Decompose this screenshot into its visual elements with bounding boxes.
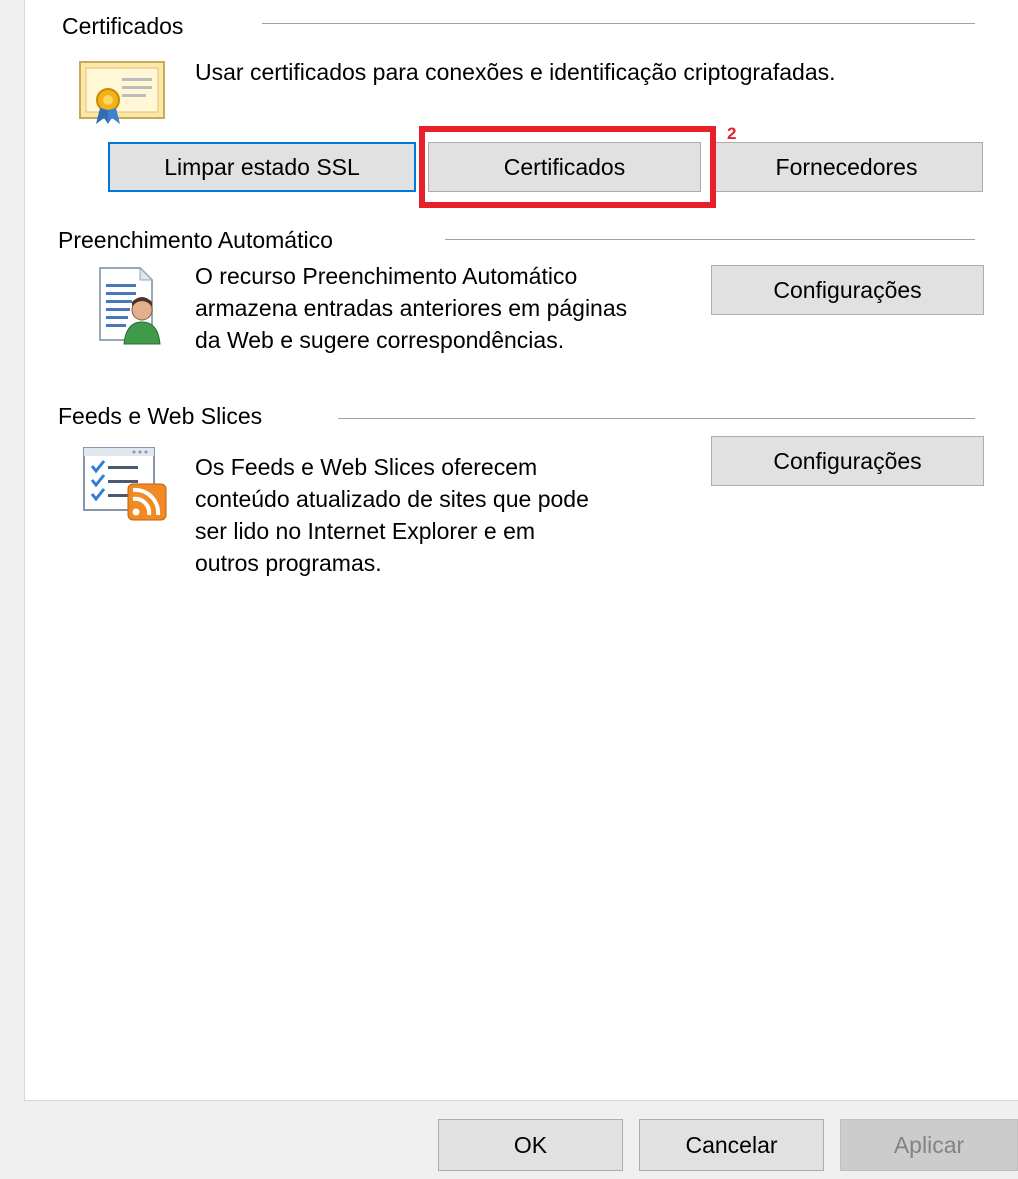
feeds-description-line: conteúdo atualizado de sites que pode [195,486,589,512]
feeds-description-line: ser lido no Internet Explorer e em [195,518,536,544]
autocomplete-settings-button[interactable]: Configurações [711,265,984,315]
certificates-description: Usar certificados para conexões e identi… [195,59,836,85]
ok-button[interactable]: OK [438,1119,623,1171]
annotation-highlight-box [419,126,716,208]
apply-button[interactable]: Aplicar [840,1119,1018,1171]
autocomplete-group-divider [445,239,975,240]
publishers-button[interactable]: Fornecedores [710,142,983,192]
feeds-description-line: outros programas. [195,550,382,576]
certificate-icon [78,58,168,128]
autocomplete-description-line: da Web e sugere correspondências. [195,327,565,353]
feeds-group-title: Feeds e Web Slices [58,402,269,430]
certificates-group-title: Certificados [62,12,190,40]
autocomplete-group-title: Preenchimento Automático [58,226,339,254]
cancel-button[interactable]: Cancelar [639,1119,824,1171]
autocomplete-description: O recurso Preenchimento Automático armaz… [195,260,627,356]
feeds-description-line: Os Feeds e Web Slices oferecem [195,454,538,480]
feeds-group-divider [338,418,975,419]
autocomplete-description-line: armazena entradas anteriores em páginas [195,295,628,321]
annotation-step-number: 2 [727,124,737,143]
feeds-description: Os Feeds e Web Slices oferecem conteúdo … [195,451,589,579]
certificates-group-divider [262,23,975,24]
feeds-rss-icon [82,446,168,522]
autocomplete-user-icon [96,266,166,346]
autocomplete-description-line: O recurso Preenchimento Automático [195,263,578,289]
feeds-settings-button[interactable]: Configurações [711,436,984,486]
clear-ssl-state-button[interactable]: Limpar estado SSL [108,142,416,192]
